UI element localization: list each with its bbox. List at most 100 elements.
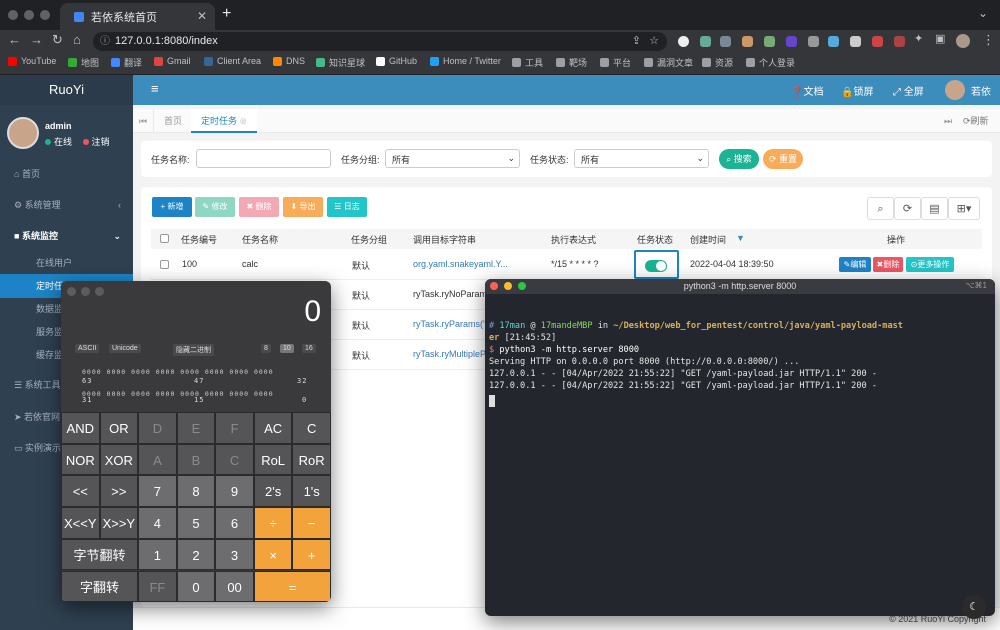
row-delete-button[interactable]: ✖删除 [873, 257, 903, 272]
calc-key[interactable]: + [292, 538, 331, 571]
avatar[interactable] [945, 80, 965, 100]
sidebar-item-home[interactable]: ⌂ 首页 [0, 160, 133, 188]
row-checkbox[interactable] [160, 260, 169, 269]
menu-toggle-icon[interactable]: ≡ [151, 81, 159, 96]
column-header[interactable]: 执行表达式 [551, 233, 596, 246]
invoke-target-link[interactable]: org.yaml.snakeyaml.Y... [413, 259, 508, 269]
extension-icon[interactable] [742, 36, 753, 47]
terminal-window[interactable]: python3 -m http.server 8000 ⌥⌘1 # 17man … [485, 279, 995, 616]
calc-key[interactable]: C [292, 412, 331, 444]
bookmark-item[interactable]: 知识星球 [316, 56, 365, 69]
extension-icon[interactable] [894, 36, 905, 47]
lock-screen-button[interactable]: 🔒锁屏 [841, 83, 873, 98]
base-8-button[interactable]: 8 [261, 344, 271, 353]
browser-tab[interactable]: 若依系统首页 ✕ [60, 3, 215, 30]
calc-key[interactable]: D [138, 412, 177, 444]
calc-key[interactable]: 1 [138, 538, 177, 571]
calc-key[interactable]: 00 [215, 570, 254, 602]
refresh-icon[interactable]: ⟳ [894, 197, 921, 220]
bookmark-item[interactable]: 地图 [68, 56, 99, 69]
search-button[interactable]: ⌕ 搜索 [719, 149, 759, 169]
profile-avatar[interactable] [956, 34, 970, 48]
calc-key[interactable]: = [253, 570, 331, 602]
grid-dropdown-icon[interactable]: ⊞▾ [948, 197, 980, 220]
calc-key[interactable]: C [215, 443, 254, 476]
bits-row-high[interactable]: 0000 0000 0000 0000 0000 0000 0000 0000 [82, 368, 322, 376]
calc-key[interactable]: × [253, 538, 293, 571]
window-minimize-button[interactable] [81, 287, 90, 296]
calc-key[interactable]: OR [99, 412, 139, 444]
sidebar-item-system[interactable]: ⚙ 系统管理 ‹ [0, 191, 133, 219]
bookmark-folder[interactable]: 靶场 [556, 56, 587, 69]
fullscreen-button[interactable]: ⤢ 全屏 [893, 83, 924, 98]
extension-icon[interactable] [720, 36, 731, 47]
back-arrow-icon[interactable]: ← [8, 32, 21, 47]
invoke-target-link[interactable]: ryTask.ryParams('r [413, 319, 488, 329]
calc-key[interactable]: 8 [176, 475, 216, 508]
more-menu-icon[interactable]: ⋮ [982, 32, 995, 48]
calc-key[interactable]: 9 [215, 475, 254, 508]
calc-key[interactable]: F [215, 412, 254, 444]
extension-icon[interactable] [700, 36, 711, 47]
base-10-button[interactable]: 10 [280, 344, 294, 353]
calc-key[interactable]: 字翻转 [61, 570, 139, 602]
column-header[interactable]: 任务分组 [351, 233, 387, 246]
window-minimize-button[interactable] [24, 10, 34, 20]
calc-key[interactable]: AND [61, 412, 100, 444]
calc-key[interactable]: ÷ [253, 507, 293, 539]
calc-key[interactable]: NOR [61, 443, 100, 476]
calc-key[interactable]: 6 [215, 507, 254, 539]
sidepanel-icon[interactable]: ▣ [935, 32, 945, 45]
bookmark-folder[interactable]: 个人登录 [746, 56, 795, 69]
extension-icon[interactable] [828, 36, 839, 47]
reset-button[interactable]: ⟳ 重置 [763, 149, 803, 169]
column-header[interactable]: 创建时间 [690, 233, 726, 246]
calc-key[interactable]: 0 [176, 570, 216, 602]
invoke-target-link[interactable]: ryTask.ryMultipleP [413, 349, 486, 359]
base-16-button[interactable]: 16 [302, 344, 316, 353]
tabs-scroll-right-icon[interactable]: ⏭ [944, 109, 952, 133]
extension-icon[interactable] [872, 36, 883, 47]
bookmark-item[interactable]: 翻译 [111, 56, 142, 69]
delete-button[interactable]: ✖ 删除 [239, 197, 279, 217]
extension-icon[interactable] [678, 36, 689, 47]
calc-key[interactable]: B [176, 443, 216, 476]
calc-key[interactable]: >> [99, 475, 139, 508]
bookmark-folder[interactable]: 资源 [702, 56, 733, 69]
url-input[interactable]: ⓘ 127.0.0.1:8080/index ⇪ ☆ [93, 32, 667, 51]
extension-icon[interactable] [764, 36, 775, 47]
sort-desc-icon[interactable]: ▼ [736, 233, 745, 243]
calc-key[interactable]: X<<Y [61, 507, 100, 539]
calc-key[interactable]: XOR [99, 443, 139, 476]
window-zoom-button[interactable] [95, 287, 104, 296]
extension-icon[interactable] [808, 36, 819, 47]
ascii-mode-button[interactable]: ASCII [75, 344, 100, 353]
bookmark-item[interactable]: Gmail [154, 56, 191, 66]
select-all-checkbox[interactable] [160, 234, 169, 243]
calc-key[interactable]: RoL [253, 443, 293, 476]
window-close-button[interactable] [8, 10, 18, 20]
column-header[interactable]: 任务编号 [181, 233, 217, 246]
bookmark-item[interactable]: YouTube [8, 56, 56, 66]
search-toggle-icon[interactable]: ⌕ [867, 197, 894, 220]
bookmark-item[interactable]: GitHub [376, 56, 417, 66]
doc-link[interactable]: ❓文档 [791, 83, 823, 98]
calc-key[interactable]: E [176, 412, 216, 444]
bookmark-item[interactable]: Home / Twitter [430, 56, 501, 66]
column-header[interactable]: 任务名称 [242, 233, 278, 246]
calc-key[interactable]: 4 [138, 507, 177, 539]
info-icon[interactable]: ⓘ [100, 32, 110, 51]
window-close-button[interactable] [67, 287, 76, 296]
tab-scheduled-tasks[interactable]: 定时任务 ⊗ [191, 109, 258, 133]
calc-key[interactable]: A [138, 443, 177, 476]
calc-key[interactable]: X>>Y [99, 507, 139, 539]
calc-key[interactable]: RoR [292, 443, 331, 476]
bookmark-folder[interactable]: 漏洞文章 [644, 56, 693, 69]
calc-key[interactable]: 2 [176, 538, 216, 571]
puzzle-icon[interactable]: ✦ [914, 32, 923, 45]
calc-key[interactable]: 5 [176, 507, 216, 539]
binary-bits-panel[interactable]: 0000 0000 0000 0000 0000 0000 0000 0000 … [82, 368, 322, 404]
task-name-input[interactable] [196, 149, 331, 168]
logout-link[interactable]: 注销 [92, 137, 110, 147]
home-icon[interactable]: ⌂ [73, 32, 81, 47]
